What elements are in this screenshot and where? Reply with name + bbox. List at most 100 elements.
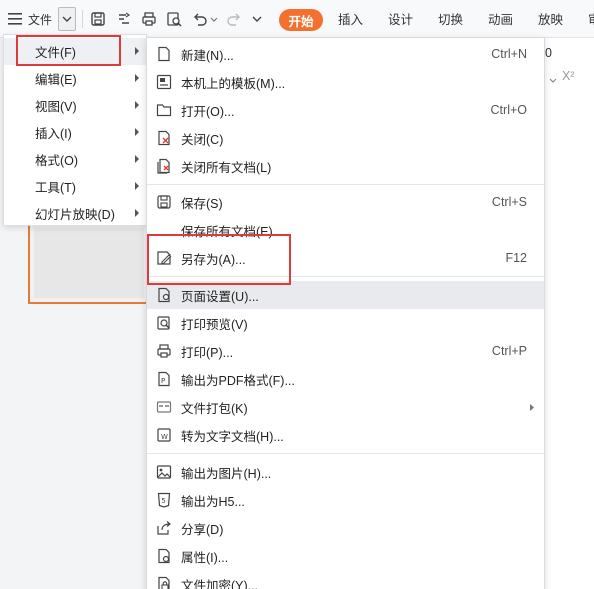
menu-item-shortcut: Ctrl+N xyxy=(491,47,527,61)
menu-item-package[interactable]: 文件打包(K) xyxy=(147,393,544,421)
menu-item-label: 输出为PDF格式(F)... xyxy=(181,373,295,388)
menu-item-insert[interactable]: 插入(I) xyxy=(4,119,146,146)
svg-text:P: P xyxy=(161,377,165,385)
file-menu-label: 文件 xyxy=(28,12,53,27)
chevron-right-icon xyxy=(135,182,139,190)
print-icon xyxy=(157,344,171,358)
encrypt-icon xyxy=(158,576,170,589)
slide-thumbnail[interactable] xyxy=(28,222,150,304)
file-menu-dropdown-button[interactable] xyxy=(58,7,76,31)
menu-item-label: 工具(T) xyxy=(35,181,76,195)
menu-item-print[interactable]: 打印(P)... Ctrl+P xyxy=(147,337,544,365)
chevron-down-icon xyxy=(62,16,72,22)
menu-item-print-preview[interactable]: 打印预览(V) xyxy=(147,309,544,337)
menu-item-label: 打印(P)... xyxy=(181,345,234,360)
menu-item-label: 格式(O) xyxy=(35,154,79,168)
menu-item-label: 关闭所有文档(L) xyxy=(181,160,272,175)
highlight-box xyxy=(16,35,121,66)
menu-item-save[interactable]: 保存(S) Ctrl+S xyxy=(147,188,544,216)
customize-toolbar-icon[interactable] xyxy=(252,7,262,31)
highlight-box xyxy=(147,234,291,285)
menu-item-label: 文件打包(K) xyxy=(181,401,248,416)
print-preview-icon[interactable] xyxy=(166,7,182,31)
h5-icon: 5 xyxy=(157,492,171,508)
tab-insert[interactable]: 插入 xyxy=(338,9,363,28)
template-icon xyxy=(156,74,172,90)
menu-divider xyxy=(147,453,544,454)
menu-item-edit[interactable]: 编辑(E) xyxy=(4,65,146,92)
undo-icon[interactable] xyxy=(192,7,208,31)
menu-item-export-pdf[interactable]: P 输出为PDF格式(F)... xyxy=(147,365,544,393)
chevron-right-icon xyxy=(135,74,139,82)
svg-text:5: 5 xyxy=(161,497,165,505)
menu-item-label: 新建(N)... xyxy=(181,48,234,63)
file-menu-button[interactable]: 文件 xyxy=(28,7,52,31)
properties-icon xyxy=(158,548,170,564)
menu-item-shortcut: F12 xyxy=(505,251,527,265)
menu-item-label: 页面设置(U)... xyxy=(181,289,259,304)
chevron-right-icon xyxy=(135,209,139,217)
menu-item-export-image[interactable]: 输出为图片(H)... xyxy=(147,458,544,486)
menu-item-new[interactable]: 新建(N)... Ctrl+N xyxy=(147,40,544,68)
image-export-icon xyxy=(156,465,172,479)
print-icon[interactable] xyxy=(141,7,157,31)
tab-animation[interactable]: 动画 xyxy=(488,9,513,28)
tab-review[interactable]: 审 xyxy=(588,9,594,28)
font-size-value[interactable]: 0 xyxy=(545,46,552,60)
undo-dropdown-icon[interactable] xyxy=(210,7,218,31)
close-file-icon xyxy=(158,130,170,146)
chevron-right-icon xyxy=(135,128,139,136)
chevron-right-icon xyxy=(135,101,139,109)
save-icon[interactable] xyxy=(90,7,106,31)
chevron-right-icon xyxy=(530,404,534,411)
menu-item-label: 编辑(E) xyxy=(35,73,77,87)
toolbar-divider xyxy=(82,10,83,28)
save-icon xyxy=(157,195,171,209)
menu-item-export-h5[interactable]: 5 输出为H5... xyxy=(147,486,544,514)
package-icon xyxy=(156,401,172,413)
menu-item-label: 文件加密(Y)... xyxy=(181,578,259,589)
menu-item-open[interactable]: 打开(O)... Ctrl+O xyxy=(147,96,544,124)
print-preview-icon xyxy=(157,316,170,330)
menu-item-page-setup[interactable]: 页面设置(U)... xyxy=(147,281,544,309)
chevron-down-icon[interactable] xyxy=(549,72,557,86)
menu-item-close-all[interactable]: 关闭所有文档(L) xyxy=(147,152,544,180)
export-icon[interactable] xyxy=(116,7,132,31)
page-setup-icon xyxy=(158,287,170,303)
menu-item-label: 视图(V) xyxy=(35,100,77,114)
menu-item-format[interactable]: 格式(O) xyxy=(4,146,146,173)
menu-item-share[interactable]: 分享(D) xyxy=(147,514,544,542)
superscript-button[interactable]: X² xyxy=(562,69,575,83)
menu-item-label: 本机上的模板(M)... xyxy=(181,76,286,91)
hamburger-menu-icon[interactable] xyxy=(8,7,22,31)
menu-item-tools[interactable]: 工具(T) xyxy=(4,173,146,200)
menu-item-label: 关闭(C) xyxy=(181,132,224,147)
menu-item-shortcut: Ctrl+P xyxy=(491,344,527,358)
redo-icon[interactable] xyxy=(226,7,242,31)
menu-item-convert-to-doc[interactable]: W 转为文字文档(H)... xyxy=(147,421,544,449)
menu-item-label: 打开(O)... xyxy=(181,104,235,119)
menu-item-close[interactable]: 关闭(C) xyxy=(147,124,544,152)
menu-item-encrypt[interactable]: 文件加密(Y)... xyxy=(147,570,544,589)
menu-item-label: 转为文字文档(H)... xyxy=(181,429,284,444)
menu-item-slideshow[interactable]: 幻灯片放映(D) xyxy=(4,200,146,227)
menu-item-template[interactable]: 本机上的模板(M)... xyxy=(147,68,544,96)
menu-item-shortcut: Ctrl+S xyxy=(491,195,527,209)
chevron-right-icon xyxy=(135,155,139,163)
tab-transition[interactable]: 切换 xyxy=(438,9,463,28)
share-icon xyxy=(157,521,171,535)
menu-item-label: 幻灯片放映(D) xyxy=(35,208,115,222)
menu-item-label: 保存(S) xyxy=(181,196,223,211)
menu-item-view[interactable]: 视图(V) xyxy=(4,92,146,119)
slide-thumbnail-content xyxy=(34,228,144,298)
new-file-icon xyxy=(158,46,170,62)
toolbar: 文件 开始 插入 设计 切换 动画 放映 审 xyxy=(0,0,594,38)
menu-item-properties[interactable]: 属性(I)... xyxy=(147,542,544,570)
tab-design[interactable]: 设计 xyxy=(388,9,413,28)
open-folder-icon xyxy=(156,104,172,117)
menu-item-label: 打印预览(V) xyxy=(181,317,248,332)
menu-divider xyxy=(147,184,544,185)
svg-text:W: W xyxy=(161,433,168,441)
tab-slideshow[interactable]: 放映 xyxy=(538,9,563,28)
tab-start[interactable]: 开始 xyxy=(279,9,323,31)
